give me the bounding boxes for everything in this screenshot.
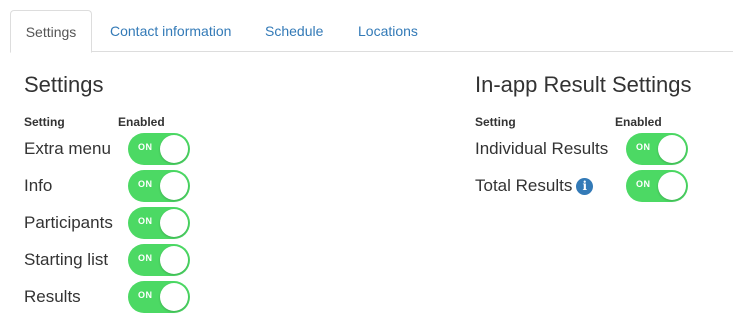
toggle-on-text: ON [138, 142, 153, 152]
toggle-on-text: ON [138, 290, 153, 300]
setting-label: Starting list [24, 250, 109, 269]
toggle-knob [160, 283, 188, 311]
enabled-column-header: Enabled [118, 115, 165, 129]
setting-label: Individual Results [475, 139, 609, 158]
setting-label: Results [24, 287, 81, 306]
toggle-knob [658, 172, 686, 200]
settings-title: Settings [24, 72, 104, 97]
settings-column-headers: Setting Enabled [24, 111, 324, 131]
setting-column-header: Setting [475, 115, 516, 129]
toggle-on-text: ON [138, 253, 153, 263]
toggle-on-text: ON [636, 179, 651, 189]
toggle-knob [160, 135, 188, 163]
individual-results-toggle[interactable]: ON [626, 133, 688, 165]
setting-row-info: Info ON [24, 168, 324, 205]
tab-schedule[interactable]: Schedule [265, 10, 323, 52]
setting-label: Total Results [475, 176, 573, 195]
extra-menu-toggle[interactable]: ON [128, 133, 190, 165]
setting-row-individual-results: Individual Results ON [475, 131, 733, 168]
tab-bar: Settings Contact information Schedule Lo… [10, 10, 733, 53]
tab-settings[interactable]: Settings [10, 10, 92, 53]
enabled-column-header: Enabled [615, 115, 662, 129]
starting-list-toggle[interactable]: ON [128, 244, 190, 276]
toggle-knob [160, 209, 188, 237]
results-toggle[interactable]: ON [128, 281, 190, 313]
toggle-knob [160, 172, 188, 200]
toggle-knob [160, 246, 188, 274]
tab-locations[interactable]: Locations [358, 10, 418, 52]
result-settings-column-headers: Setting Enabled [475, 111, 733, 131]
toggle-on-text: ON [138, 179, 153, 189]
setting-row-participants: Participants ON [24, 205, 324, 242]
setting-label-wrapper: Total Results i [475, 175, 594, 197]
setting-row-total-results: Total Results i ON [475, 168, 733, 205]
toggle-on-text: ON [138, 216, 153, 226]
setting-label: Participants [24, 213, 113, 232]
info-toggle[interactable]: ON [128, 170, 190, 202]
setting-label: Info [24, 176, 53, 195]
setting-label: Extra menu [24, 139, 111, 158]
settings-panel: Settings Setting Enabled Extra menu ON I… [24, 72, 324, 316]
setting-column-header: Setting [24, 115, 65, 129]
participants-toggle[interactable]: ON [128, 207, 190, 239]
setting-row-extra-menu: Extra menu ON [24, 131, 324, 168]
info-icon[interactable]: i [576, 178, 594, 195]
result-settings-title: In-app Result Settings [475, 72, 692, 97]
toggle-knob [658, 135, 686, 163]
result-settings-panel: In-app Result Settings Setting Enabled I… [475, 72, 733, 205]
setting-row-results: Results ON [24, 279, 324, 316]
total-results-toggle[interactable]: ON [626, 170, 688, 202]
toggle-on-text: ON [636, 142, 651, 152]
tab-contact-information[interactable]: Contact information [110, 10, 231, 52]
settings-page: Settings Contact information Schedule Lo… [0, 0, 733, 335]
setting-row-starting-list: Starting list ON [24, 242, 324, 279]
